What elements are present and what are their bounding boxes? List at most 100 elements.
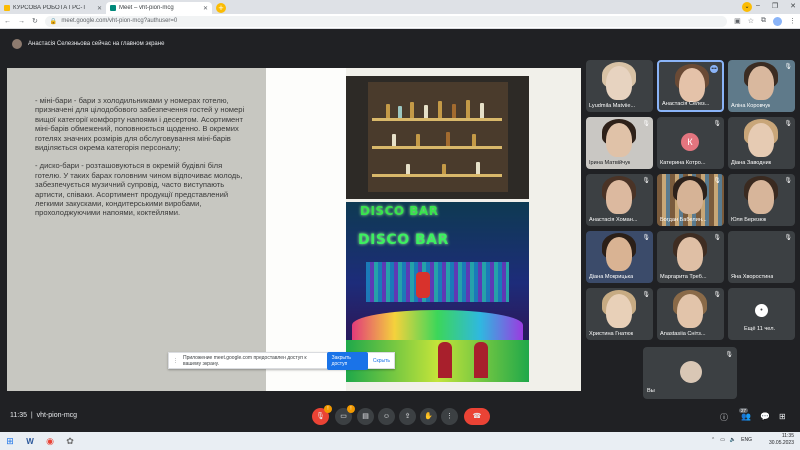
- participant-tile[interactable]: 🎙︎ Аліна Коровчук: [728, 60, 795, 112]
- participant-name: Христина Гнатюк: [589, 331, 634, 337]
- self-view-tile[interactable]: 🎙︎ Вы: [643, 347, 737, 399]
- more-participants-tile[interactable]: • Ещё 11 чел.: [728, 288, 795, 340]
- microphone-toggle-button[interactable]: 🎙︎!: [312, 405, 332, 425]
- participant-tile[interactable]: 🎙︎ Маргарита Треб...: [657, 231, 724, 283]
- shelf: [372, 146, 502, 149]
- self-label: Вы: [647, 388, 655, 394]
- slide-paragraph-minibars: - міні-бари - бари з холодильниками у но…: [35, 96, 245, 153]
- activities-button[interactable]: ⊞: [779, 412, 786, 421]
- bookmark-star-icon[interactable]: ☆: [748, 17, 754, 25]
- network-icon[interactable]: ▭: [720, 437, 725, 443]
- participant-tile[interactable]: 🎙︎ Богдан Бабелин...: [657, 174, 724, 226]
- windows-start-icon[interactable]: ⊞: [0, 432, 20, 450]
- participant-initial-avatar: К: [681, 133, 699, 151]
- participant-tile[interactable]: 🎙︎ Діана Заводник: [728, 117, 795, 169]
- participant-video: [606, 180, 632, 214]
- chrome-icon[interactable]: ◉: [40, 432, 60, 450]
- app-icon[interactable]: ✿: [60, 432, 80, 450]
- bottle-wall: [366, 262, 509, 302]
- bottle: [446, 132, 450, 146]
- bottle: [476, 162, 480, 174]
- leave-call-button[interactable]: ☎: [464, 408, 490, 425]
- window-controls: – ❐ ✕: [756, 2, 796, 10]
- emoji-reactions-button[interactable]: ☺: [378, 408, 395, 425]
- participant-name: Діана Мокрицька: [589, 274, 634, 280]
- mic-off-icon: 🎙︎: [713, 235, 721, 241]
- participant-tile[interactable]: 🎙︎ Anastasiia Снітз...: [657, 288, 724, 340]
- participant-tile[interactable]: Lyudmila Matviie...: [586, 60, 653, 112]
- mic-off-icon: 🎙︎: [642, 235, 650, 241]
- participant-name: Юля Березюк: [731, 217, 767, 223]
- clock-date: 30.05.2023: [768, 440, 794, 446]
- tab-search-icon[interactable]: ⌄: [742, 2, 752, 12]
- shelf: [372, 118, 502, 121]
- participant-tile[interactable]: 🎙︎ Ірина Матвійчук: [586, 117, 653, 169]
- participant-name: Діана Заводник: [731, 160, 772, 166]
- participant-video: [748, 66, 774, 100]
- camera-in-use-icon[interactable]: ▣: [734, 17, 741, 25]
- close-window-icon[interactable]: ✕: [790, 2, 796, 10]
- participant-name: Катерина Котро...: [660, 160, 706, 166]
- chat-button[interactable]: 💬: [760, 412, 770, 421]
- word-icon[interactable]: W: [20, 432, 40, 450]
- taskbar-clock[interactable]: 11:35 30.05.2023: [769, 433, 794, 447]
- bottle: [386, 104, 390, 118]
- browser-tab-meet[interactable]: Meet – vht-pion-mcg ✕: [106, 2, 212, 14]
- stop-sharing-button[interactable]: Закрыть доступ: [326, 351, 368, 370]
- url-field[interactable]: 🔒 meet.google.com/vht-pion-mcg?authuser=…: [44, 15, 728, 27]
- meeting-time: 11:35: [10, 412, 27, 419]
- bottle: [480, 103, 484, 118]
- hide-notice-button[interactable]: Скрыть: [373, 358, 390, 364]
- meeting-details-icon[interactable]: ⓘ: [720, 412, 728, 423]
- minimize-icon[interactable]: –: [756, 2, 760, 10]
- captions-button[interactable]: ▤: [357, 408, 374, 425]
- mic-off-icon: 🎙︎: [713, 178, 721, 184]
- mic-off-icon: 🎙︎: [642, 178, 650, 184]
- meet-favicon-icon: [110, 5, 116, 11]
- participants-button[interactable]: 👥 27: [739, 408, 751, 421]
- back-icon[interactable]: ←: [4, 18, 11, 25]
- camera-toggle-button[interactable]: ▭!: [335, 405, 355, 425]
- menu-icon[interactable]: ⋮: [789, 17, 796, 25]
- bottle: [416, 134, 420, 146]
- participant-tile[interactable]: К 🎙︎ Катерина Котро...: [657, 117, 724, 169]
- maximize-icon[interactable]: ❐: [772, 2, 778, 10]
- bar-stool: [474, 342, 488, 378]
- participant-video: [606, 237, 632, 271]
- close-tab-icon[interactable]: ✕: [203, 5, 208, 12]
- extensions-icon[interactable]: ⧉: [761, 17, 766, 25]
- present-screen-button[interactable]: ⇪: [399, 408, 416, 425]
- language-indicator[interactable]: ENG: [741, 437, 752, 443]
- bottle: [442, 164, 446, 174]
- bar-stool: [438, 342, 452, 378]
- raise-hand-button[interactable]: ✋: [420, 408, 437, 425]
- new-tab-button[interactable]: +: [216, 3, 226, 13]
- participant-video: [606, 294, 632, 328]
- browser-tab-coursework[interactable]: КУРСОВА РОБОТА ГРС-Т ✕: [0, 2, 106, 14]
- more-options-button[interactable]: ⋮: [441, 408, 458, 425]
- reload-icon[interactable]: ↻: [32, 17, 38, 25]
- participant-video: [679, 68, 705, 102]
- volume-icon[interactable]: 🔈: [730, 437, 736, 443]
- profile-avatar[interactable]: [773, 16, 782, 26]
- participant-name: Маргарита Треб...: [660, 274, 707, 280]
- participant-tile[interactable]: 🎙︎ Яна Хворостина: [728, 231, 795, 283]
- forward-icon[interactable]: →: [18, 18, 25, 25]
- participant-video: [677, 237, 703, 271]
- mic-off-icon: 🎙︎: [713, 292, 721, 298]
- mic-off-icon: 🎙︎: [784, 121, 792, 127]
- bottle: [410, 102, 414, 118]
- participant-tile[interactable]: 🎙︎ Анастасія Хоман...: [586, 174, 653, 226]
- meeting-time-and-code: 11:35 | vht-pion-mcg: [10, 412, 78, 419]
- participant-tile[interactable]: 🎙︎ Христина Гнатюк: [586, 288, 653, 340]
- participant-tile[interactable]: ••• Анастасія Селез...: [657, 60, 724, 112]
- close-tab-icon[interactable]: ✕: [97, 5, 102, 12]
- tray-chevron-icon[interactable]: ⌃: [711, 437, 715, 443]
- participant-video: [606, 123, 632, 157]
- participant-tile[interactable]: 🎙︎ Юля Березюк: [728, 174, 795, 226]
- drag-handle-icon[interactable]: ⋮: [173, 358, 178, 364]
- mic-off-icon: 🎙︎: [725, 352, 733, 358]
- slide-gap: [266, 68, 346, 391]
- participant-tile[interactable]: 🎙︎ Діана Мокрицька: [586, 231, 653, 283]
- shared-screen: - міні-бари - бари з холодильниками у но…: [7, 68, 581, 391]
